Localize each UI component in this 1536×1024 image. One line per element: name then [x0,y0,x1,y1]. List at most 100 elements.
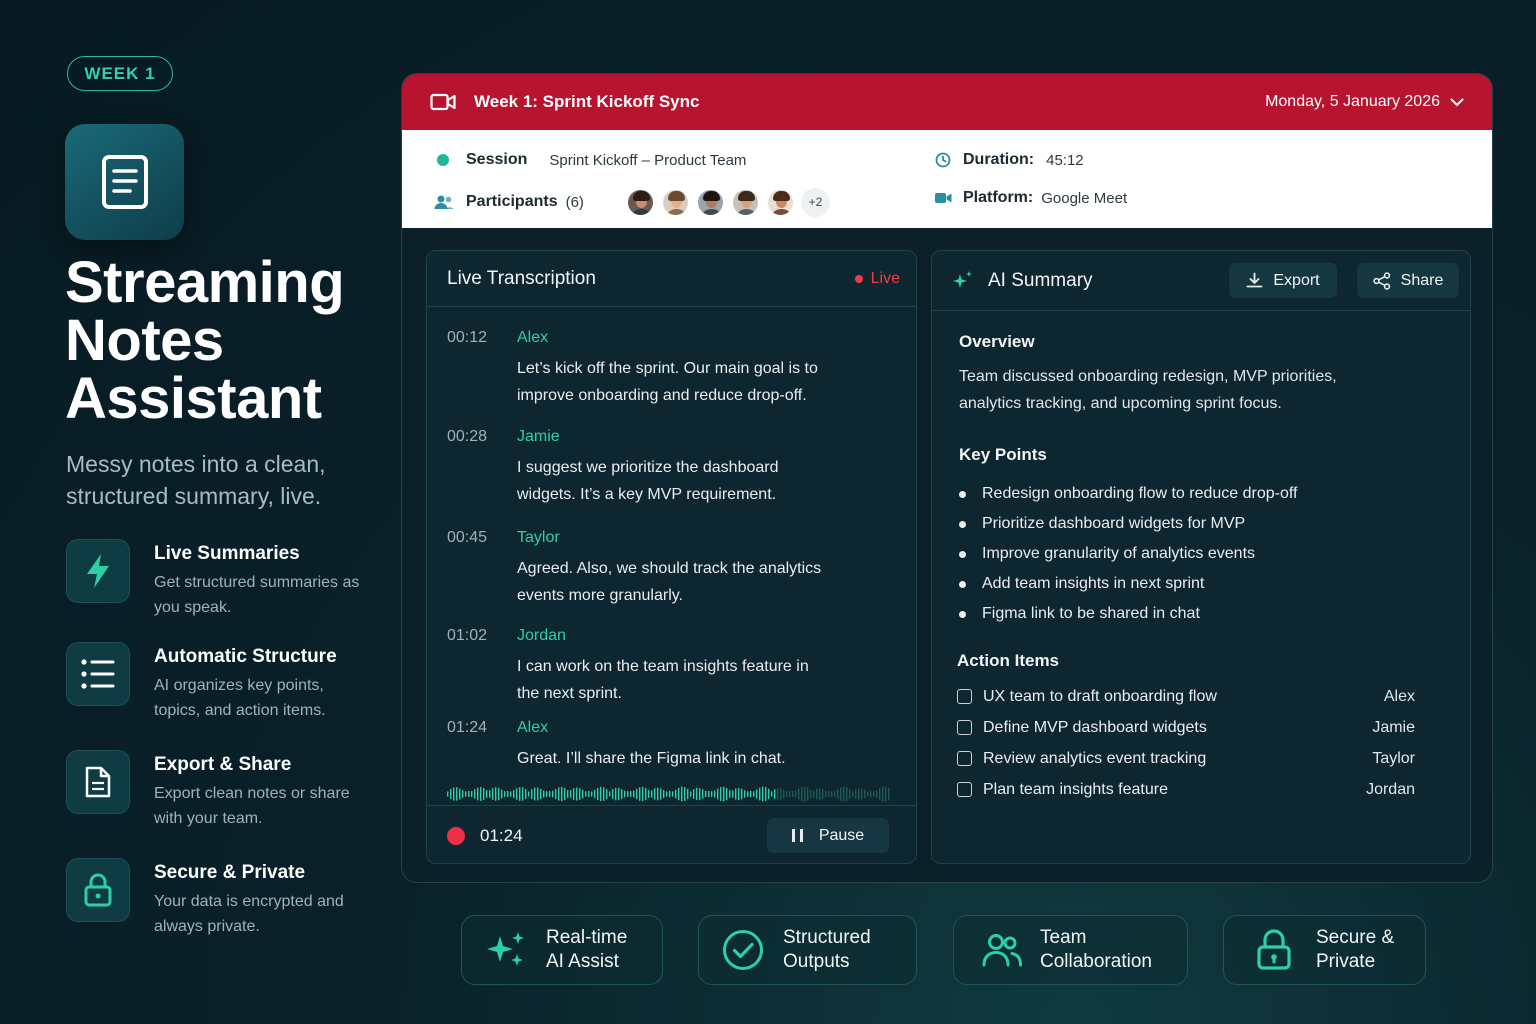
waveform-bar [795,790,797,798]
participant-avatars[interactable]: +2 [625,187,830,217]
video-camera-icon [430,93,456,111]
waveform-bar [594,789,596,799]
action-item-owner: Taylor [1372,749,1415,767]
speaker-name: Jordan [517,627,566,644]
waveform-bar [672,791,674,797]
feature-title: Automatic Structure [154,646,337,667]
waveform-bar [627,791,629,797]
recording-controls: 01:24 Pause [427,805,917,865]
waveform-bar [696,787,698,801]
share-button[interactable]: Share [1357,263,1459,298]
lightning-icon [66,539,130,603]
live-dot-icon [854,274,863,283]
waveform-bar [579,788,581,800]
feature-title: Export & Share [154,754,292,775]
export-button[interactable]: Export [1229,263,1337,298]
waveform-bar [711,791,713,797]
waveform-bar [540,788,542,800]
avatar[interactable] [695,187,725,217]
pill-label-line: Real-time [546,927,628,948]
waveform-bar [624,790,626,798]
waveform-bar [597,788,599,800]
action-item-text: Review analytics event tracking [983,749,1207,767]
platform-value: Google Meet [1041,189,1128,207]
checkbox[interactable] [957,782,972,797]
date-selector[interactable]: Monday, 5 January 2026 [1265,74,1464,130]
waveform-bar [738,787,740,801]
waveform-bar [621,789,623,799]
hero-title-line: Notes [65,308,224,373]
waveform-bar [849,788,851,800]
pill-label: Secure & Private [1316,926,1394,974]
waveform-bar [549,791,551,797]
waveform-bar [648,790,650,798]
waveform-bar [702,789,704,799]
pill-secure-private: Secure & Private [1223,915,1426,985]
share-icon [1372,271,1390,290]
waveform-bar [630,791,632,797]
transcription-header: Live Transcription Live [427,251,916,307]
overview-heading: Overview [959,332,1035,351]
waveform-bar [504,791,506,797]
transcript-text: Let’s kick off the sprint. Our main goal… [517,360,818,404]
participants-info: Participants (6) +2 [434,187,830,217]
pause-button[interactable]: Pause [767,818,889,853]
users-icon [980,928,1024,972]
session-info: Session Sprint Kickoff – Product Team [437,151,746,169]
waveform-bar [465,791,467,797]
action-item-owner: Jamie [1372,718,1415,736]
recording-dot-icon [447,827,465,845]
speaker-name: Alex [517,719,549,736]
key-point-item: Prioritize dashboard widgets for MVP [959,509,1297,539]
action-item-text: Plan team insights feature [983,780,1168,798]
waveform-bar [588,790,590,798]
waveform-bar [774,789,776,799]
pill-label-line: AI Assist [546,951,619,972]
checkbox[interactable] [957,720,972,735]
waveform-bar [510,791,512,797]
feature-title: Secure & Private [154,862,306,883]
action-item: Review analytics event tracking Taylor [957,743,1415,774]
waveform-bar [825,790,827,798]
transcript-text: I suggest we prioritize the dashboard wi… [517,459,779,503]
more-participants-badge[interactable]: +2 [800,187,830,217]
waveform-bar [501,789,503,799]
checkbox[interactable] [957,689,972,704]
recording-time: 01:24 [480,826,523,845]
avatar[interactable] [660,187,690,217]
waveform-bar [483,788,485,800]
waveform-bar [792,791,794,797]
waveform-bar [858,788,860,800]
feature-desc: Export clean notes or share with your te… [154,785,350,827]
waveform-bar [591,791,593,797]
waveform-bar [699,788,701,800]
duration-label: Duration: [963,151,1035,168]
overview-text: Team discussed onboarding redesign, MVP … [959,368,1337,412]
hero-title-line: Assistant [65,366,322,431]
waveform-bar [675,789,677,799]
avatar[interactable] [765,187,795,217]
waveform-bar [831,790,833,798]
avatar[interactable] [625,187,655,217]
week-badge: WEEK 1 [67,56,173,91]
waveform-bar [750,790,752,798]
action-item-owner: Alex [1383,687,1415,705]
waveform-bar [663,790,665,798]
transcription-title: Live Transcription [447,267,596,289]
clock-icon [935,152,951,168]
waveform-bar [576,787,578,801]
pill-label-line: Secure & [1316,927,1395,948]
waveform-bar [657,787,659,801]
pill-label: Team Collaboration [1040,926,1152,974]
waveform-bar [867,791,869,797]
transcript-text: I can work on the team insights feature … [517,658,809,702]
waveform-bar [765,786,767,802]
waveform-bar [474,789,476,799]
checkbox[interactable] [957,751,972,766]
waveform-bar [507,791,509,797]
waveform-bar [669,790,671,798]
avatar[interactable] [730,187,760,217]
waveform-bar [558,787,560,801]
waveform-bar [756,789,758,799]
speaker-name: Taylor [517,529,560,546]
